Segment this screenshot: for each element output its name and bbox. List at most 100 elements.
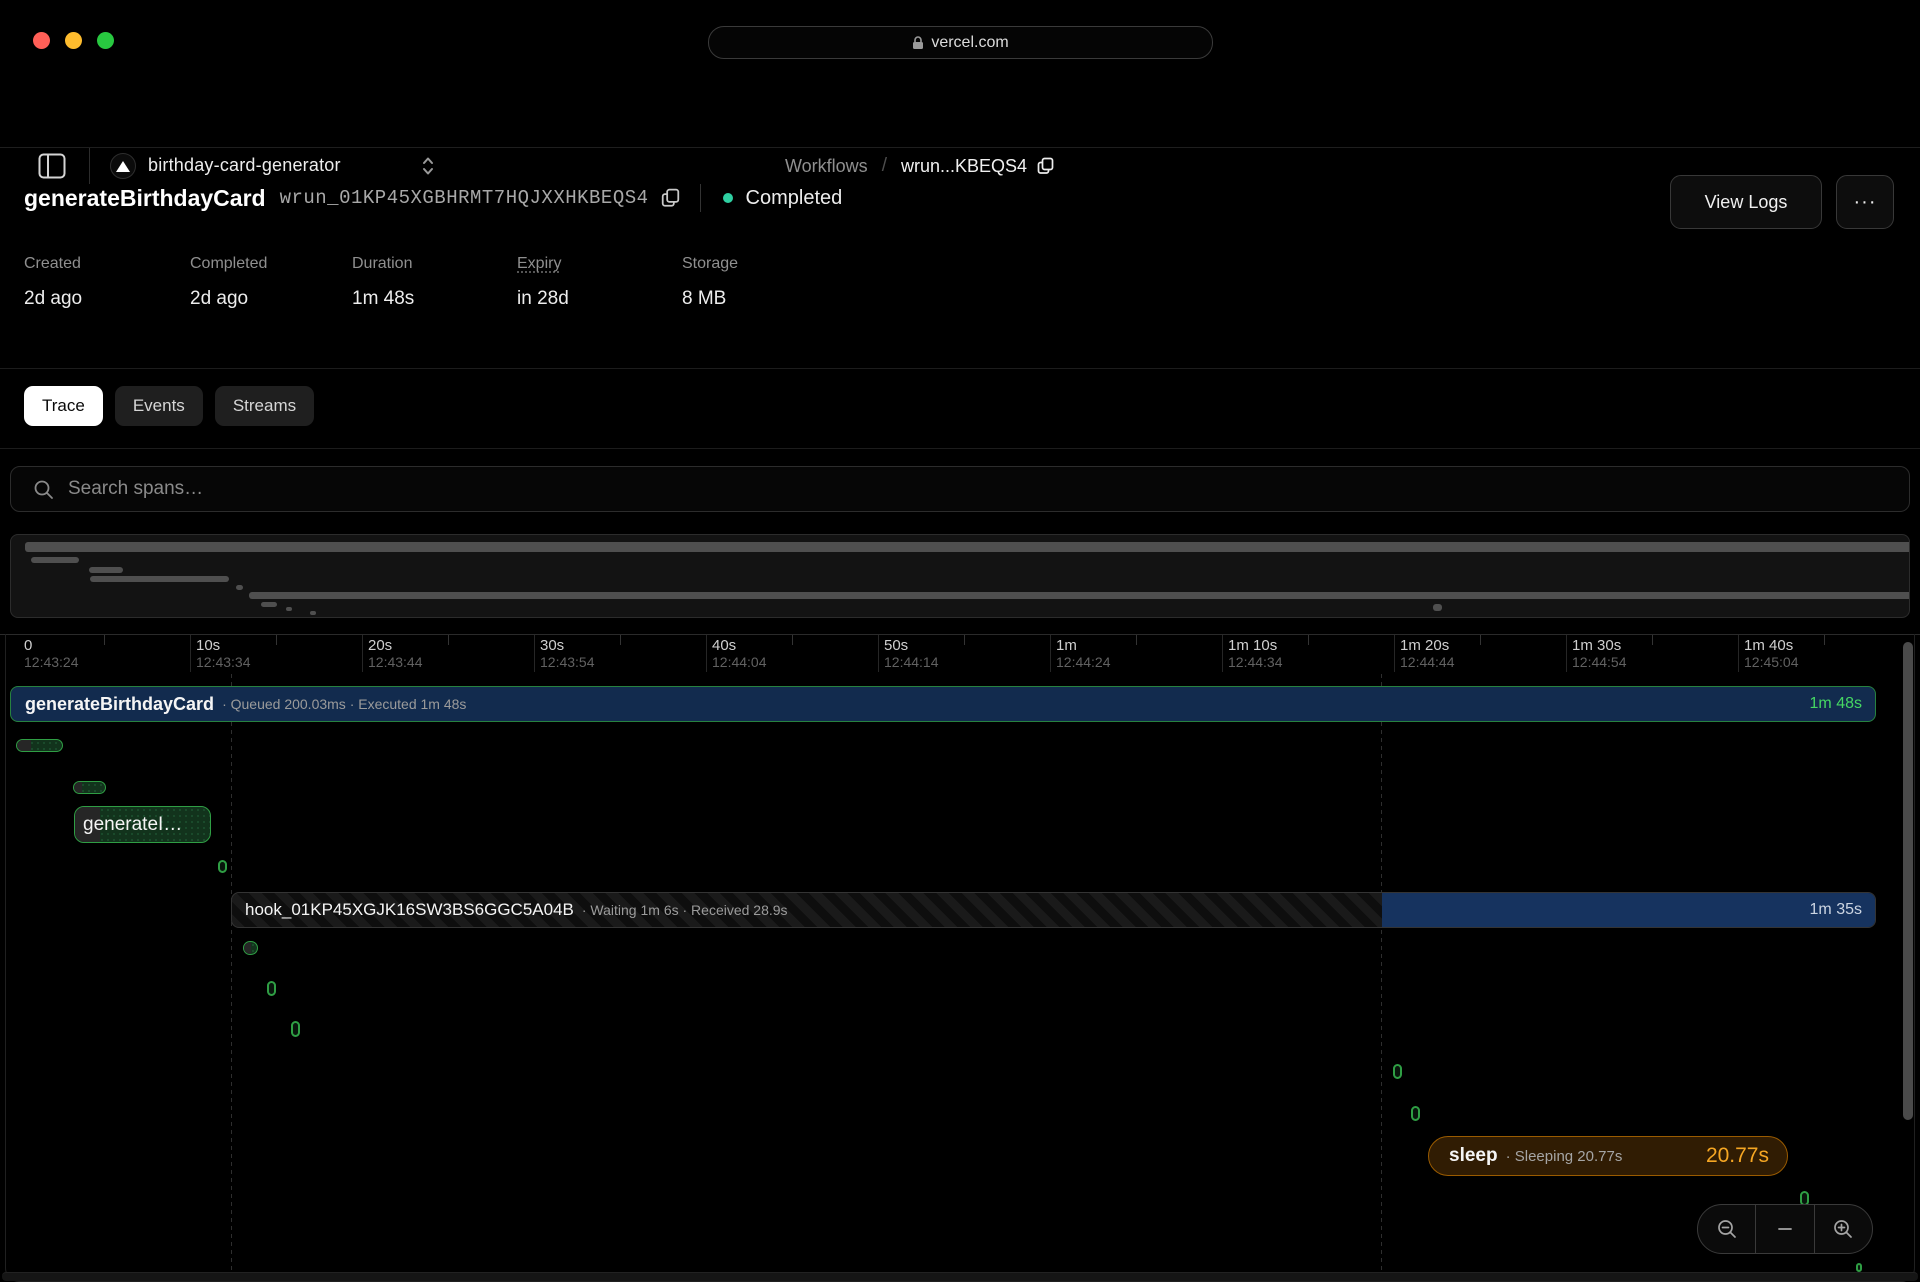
horizontal-scrollbar[interactable] [2,1272,1918,1281]
minus-icon [1774,1218,1796,1240]
status-badge: Completed [746,187,843,210]
span-received-segment [1382,892,1876,928]
axis-tick-major [878,635,879,673]
axis-tick-label: 1m 20s [1400,637,1449,654]
trace-span-instant[interactable] [1411,1106,1420,1121]
more-actions-button[interactable]: ··· [1836,175,1894,229]
address-bar[interactable]: vercel.com [708,26,1213,59]
tab-trace[interactable]: Trace [24,386,103,426]
span-detail: · Queued 200.03ms · Executed 1m 48s [222,696,466,712]
axis-tick-label: 0 [24,637,32,654]
minimap-span [286,607,292,611]
axis-tick-minor [620,635,621,645]
trace-span-generateI[interactable]: generateI… [74,806,211,843]
minimap-span [310,611,316,615]
breadcrumb-workflows[interactable]: Workflows [785,156,868,177]
trace-span-step[interactable] [73,781,106,794]
minimap-span [90,576,229,582]
span-name: generateI… [83,814,182,836]
vertical-scrollbar[interactable] [1903,642,1913,1120]
axis-tick-minor [1308,635,1309,645]
zoom-out-icon [1716,1218,1738,1240]
zoom-in-button[interactable] [1814,1205,1872,1253]
axis-tick-time: 12:44:04 [712,654,767,670]
view-tabs: Trace Events Streams [24,386,314,426]
trace-span-instant[interactable] [1393,1064,1402,1079]
trace-span-instant[interactable] [1856,1263,1862,1272]
trace-span-sleep[interactable]: sleep· Sleeping 20.77s20.77s [1428,1136,1788,1176]
axis-tick-label: 1m 30s [1572,637,1621,654]
project-avatar[interactable] [110,153,136,179]
window-close-button[interactable] [33,32,50,49]
axis-tick-minor [1480,635,1481,645]
minimap-span [89,567,123,573]
trace-span-instant[interactable] [218,860,227,873]
meta-value: 1m 48s [352,288,414,310]
trace-span-hook[interactable]: hook_01KP45XGJK16SW3BS6GGC5A04B· Waiting… [231,892,1876,928]
meta-label: Completed [190,255,267,273]
run-header: generateBirthdayCard wrun_01KP45XGBHRMT7… [24,184,842,212]
trace-guide-line [1381,674,1382,1270]
span-queued-segment [17,740,31,751]
breadcrumb-separator: / [882,155,887,177]
meta-item-created: Created 2d ago [24,255,82,310]
span-name: generateBirthdayCard [25,694,214,715]
trace-span-instant[interactable] [267,981,276,996]
span-queued-segment [244,942,251,954]
vercel-workflow-run-window: { "browser": { "url": "vercel.com" }, "n… [0,0,1920,1281]
chevron-updown-icon[interactable] [420,154,436,183]
zoom-out-button[interactable] [1698,1205,1755,1253]
view-logs-button[interactable]: View Logs [1670,175,1822,229]
zoom-in-icon [1832,1218,1854,1240]
browser-titlebar: vercel.com [0,0,1920,62]
breadcrumb: Workflows / wrun...KBEQS4 [785,155,1054,177]
meta-label: Duration [352,255,412,273]
axis-tick-time: 12:44:44 [1400,654,1455,670]
window-minimize-button[interactable] [65,32,82,49]
trace-frame [5,634,1915,1282]
trace-guide-line [231,674,232,1270]
copy-icon[interactable] [1037,157,1054,175]
axis-tick-minor [964,635,965,645]
axis-tick-label: 1m 10s [1228,637,1277,654]
search-input[interactable] [68,478,1909,500]
sidebar-toggle-icon[interactable] [38,153,66,179]
minimap-span [1433,604,1442,611]
window-zoom-button[interactable] [97,32,114,49]
meta-value: 2d ago [24,288,82,310]
trace-span-step[interactable] [16,739,63,752]
run-title: generateBirthdayCard [24,185,266,212]
span-queued-segment [74,782,82,793]
zoom-reset-button[interactable] [1755,1205,1813,1253]
axis-tick-minor [448,635,449,645]
address-bar-url: vercel.com [931,34,1008,52]
axis-tick-time: 12:45:04 [1744,654,1799,670]
tab-events[interactable]: Events [115,386,203,426]
axis-tick-major [1050,635,1051,673]
tab-streams[interactable]: Streams [215,386,314,426]
axis-tick-minor [1652,635,1653,645]
breadcrumb-run: wrun...KBEQS4 [901,156,1054,177]
axis-tick-label: 50s [884,637,908,654]
project-switcher[interactable]: birthday-card-generator [148,155,341,176]
trace-span-step[interactable] [243,941,258,955]
minimap-span [25,542,1910,552]
meta-item-completed: Completed2d ago [190,255,267,310]
meta-item-expiry: Expiryin 28d [517,255,569,310]
copy-run-id-button[interactable] [661,188,680,208]
trace-span-instant[interactable] [291,1021,300,1037]
axis-tick-time: 12:43:24 [24,654,79,670]
axis-tick-minor [276,635,277,645]
axis-tick-time: 12:44:34 [1228,654,1283,670]
span-duration: 1m 35s [1810,901,1862,919]
span-detail: · Waiting 1m 6s · Received 28.9s [582,902,788,918]
meta-label: Storage [682,255,738,273]
axis-tick-label: 30s [540,637,564,654]
section-divider [0,368,1920,369]
axis-tick-label: 1m [1056,637,1077,654]
axis-tick-label: 1m 40s [1744,637,1793,654]
axis-tick-major [1222,635,1223,673]
trace-minimap[interactable] [10,534,1910,618]
meta-label: Created [24,255,81,273]
trace-span-root[interactable]: generateBirthdayCard · Queued 200.03ms · … [10,686,1876,722]
